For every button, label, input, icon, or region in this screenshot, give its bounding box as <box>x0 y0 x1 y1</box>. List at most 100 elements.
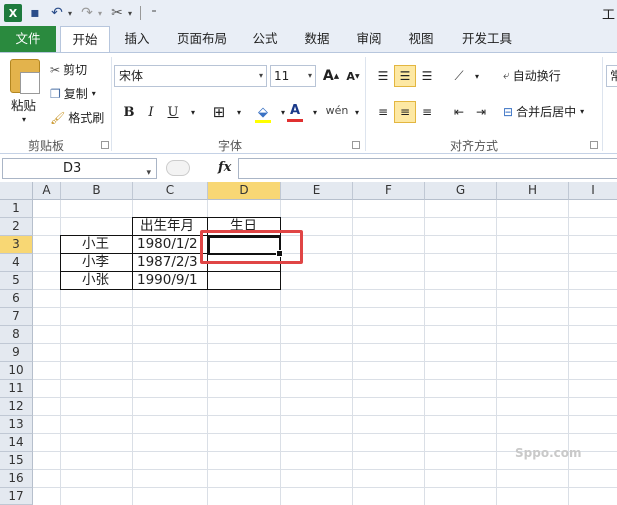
align-middle-icon[interactable]: ☰ <box>394 65 416 87</box>
gridline <box>33 361 617 362</box>
undo-dropdown-icon[interactable]: ▾ <box>66 4 74 22</box>
paste-dropdown-icon[interactable]: ▾ <box>22 115 26 124</box>
font-color-icon[interactable]: A <box>284 99 306 121</box>
formula-bar-splitter[interactable] <box>166 160 190 176</box>
column-header-i[interactable]: I <box>569 182 617 200</box>
redo-dropdown-icon[interactable]: ▾ <box>96 4 104 22</box>
row-header-11[interactable]: 11 <box>0 380 33 398</box>
tools-dropdown-icon[interactable]: ▾ <box>126 4 134 22</box>
row-header-16[interactable]: 16 <box>0 470 33 488</box>
row-header-1[interactable]: 1 <box>0 200 33 218</box>
row-header-2[interactable]: 2 <box>0 218 33 236</box>
borders-icon[interactable]: ⊞ <box>208 101 230 123</box>
column-header-c[interactable]: C <box>133 182 208 200</box>
number-format-select[interactable]: 常 <box>606 65 617 87</box>
alignment-launcher-icon[interactable] <box>590 141 598 149</box>
column-header-d[interactable]: D <box>208 182 281 200</box>
redo-icon[interactable]: ↷ <box>78 4 96 22</box>
cell-b3[interactable]: 小王 <box>82 235 132 253</box>
column-header-b[interactable]: B <box>61 182 133 200</box>
merge-icon: ⊟ <box>503 104 514 119</box>
formula-input[interactable] <box>238 158 617 179</box>
tab-file[interactable]: 文件 <box>0 26 56 52</box>
excel-icon[interactable]: X <box>4 4 22 22</box>
column-header-a[interactable]: A <box>33 182 61 200</box>
merge-center-button[interactable]: ⊟ 合并后居中 ▾ <box>503 103 584 120</box>
clipboard-launcher-icon[interactable] <box>101 141 109 149</box>
row-header-10[interactable]: 10 <box>0 362 33 380</box>
tab-developer[interactable]: 开发工具 <box>458 26 516 52</box>
cell-c3[interactable]: 1980/1/2 <box>137 235 207 253</box>
bold-button[interactable]: B <box>118 101 140 123</box>
phonetic-icon[interactable]: wén <box>326 99 349 121</box>
cut-button[interactable]: ✂ 剪切 <box>50 61 87 78</box>
tools-icon[interactable]: ✂ <box>108 4 126 22</box>
merge-dropdown-icon[interactable]: ▾ <box>580 107 584 116</box>
align-bottom-icon[interactable]: ☰ <box>416 65 438 87</box>
tab-review[interactable]: 审阅 <box>353 26 385 52</box>
cell-c2[interactable]: 出生年月 <box>140 217 207 235</box>
name-box[interactable]: D3 ▾ <box>2 158 157 179</box>
borders-dropdown-icon[interactable]: ▾ <box>228 101 250 123</box>
column-header-e[interactable]: E <box>281 182 353 200</box>
column-header-f[interactable]: F <box>353 182 425 200</box>
row-header-13[interactable]: 13 <box>0 416 33 434</box>
wrap-text-label: 自动换行 <box>512 69 561 83</box>
font-color-dropdown-icon[interactable]: ▾ <box>304 101 326 123</box>
row-header-6[interactable]: 6 <box>0 290 33 308</box>
tab-insert[interactable]: 插入 <box>120 26 154 52</box>
underline-button[interactable]: U <box>162 101 184 123</box>
shrink-font-icon[interactable]: A ▼ <box>342 65 364 87</box>
column-header-g[interactable]: G <box>425 182 497 200</box>
row-header-5[interactable]: 5 <box>0 272 33 290</box>
font-name-select[interactable]: 宋体 ▾ <box>114 65 267 87</box>
tab-formulas[interactable]: 公式 <box>249 26 281 52</box>
cell-b5[interactable]: 小张 <box>82 271 132 289</box>
highlight-annotation <box>200 230 303 264</box>
cell-b4[interactable]: 小李 <box>82 253 132 271</box>
undo-icon[interactable]: ↶ <box>48 4 66 22</box>
row-header-14[interactable]: 14 <box>0 434 33 452</box>
copy-dropdown-icon[interactable]: ▾ <box>92 89 96 98</box>
customize-qat-icon[interactable]: ⁼ <box>145 4 163 22</box>
font-launcher-icon[interactable] <box>352 141 360 149</box>
align-right-icon[interactable]: ≡ <box>416 101 438 123</box>
tab-view[interactable]: 视图 <box>405 26 437 52</box>
row-header-7[interactable]: 7 <box>0 308 33 326</box>
cell-c5[interactable]: 1990/9/1 <box>137 271 207 289</box>
row-header-15[interactable]: 15 <box>0 452 33 470</box>
save-icon[interactable]: ▪ <box>26 4 44 22</box>
align-top-icon[interactable]: ☰ <box>372 65 394 87</box>
grow-font-icon[interactable]: A ▲ <box>320 65 342 87</box>
row-header-9[interactable]: 9 <box>0 344 33 362</box>
align-left-icon[interactable]: ≡ <box>372 101 394 123</box>
insert-function-icon[interactable]: fx <box>218 160 231 175</box>
column-header-h[interactable]: H <box>497 182 569 200</box>
format-painter-button[interactable]: 🖌 格式刷 <box>50 109 104 126</box>
cell-c4[interactable]: 1987/2/3 <box>137 253 207 271</box>
underline-dropdown-icon[interactable]: ▾ <box>182 101 204 123</box>
paste-button[interactable]: 粘贴 <box>11 95 36 114</box>
font-size-select[interactable]: 11 ▾ <box>270 65 316 87</box>
row-header-12[interactable]: 12 <box>0 398 33 416</box>
increase-indent-icon[interactable]: ⇥ <box>470 101 492 123</box>
row-header-8[interactable]: 8 <box>0 326 33 344</box>
paste-icon[interactable] <box>10 59 40 94</box>
worksheet-grid[interactable]: A B C D E F G H I 1 2 3 4 5 6 7 8 9 10 1… <box>0 182 617 505</box>
italic-button[interactable]: I <box>140 101 162 123</box>
orientation-dropdown-icon[interactable]: ▾ <box>466 65 488 87</box>
row-header-4[interactable]: 4 <box>0 254 33 272</box>
row-header-17[interactable]: 17 <box>0 488 33 505</box>
copy-button[interactable]: ❐ 复制 ▾ <box>50 85 96 102</box>
align-center-icon[interactable]: ≡ <box>394 101 416 123</box>
brush-icon: 🖌 <box>50 110 66 125</box>
decrease-indent-icon[interactable]: ⇤ <box>448 101 470 123</box>
wrap-text-button[interactable]: ⤶ 自动换行 <box>503 67 561 84</box>
row-header-3[interactable]: 3 <box>0 236 33 254</box>
select-all-corner[interactable] <box>0 182 33 200</box>
tab-page-layout[interactable]: 页面布局 <box>173 26 231 52</box>
tab-home[interactable]: 开始 <box>60 26 110 53</box>
font-group-label: 字体 <box>218 139 243 153</box>
gridline <box>352 200 353 505</box>
tab-data[interactable]: 数据 <box>301 26 333 52</box>
